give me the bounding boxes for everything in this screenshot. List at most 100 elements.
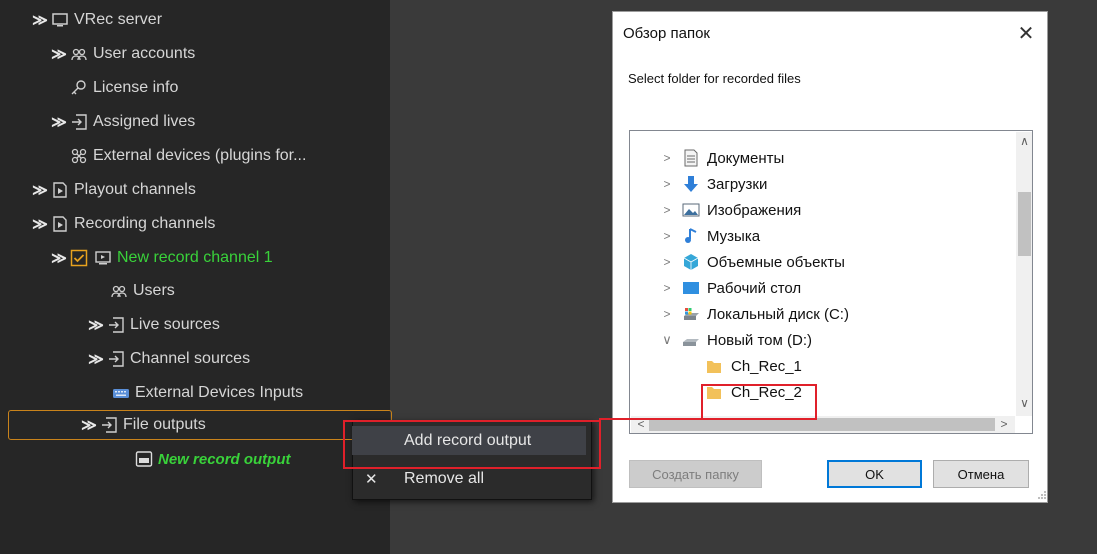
- tree-label: Assigned lives: [93, 113, 196, 130]
- folder-label: Объемные объекты: [707, 253, 845, 271]
- folder-label: Рабочий стол: [707, 279, 802, 297]
- folder-label: Документы: [707, 149, 785, 167]
- new-folder-button[interactable]: Создать папку: [629, 460, 762, 488]
- collapse-icon[interactable]: ≫: [49, 249, 69, 267]
- scroll-up-icon[interactable]: ∧: [1016, 134, 1032, 148]
- key-icon: [69, 79, 89, 97]
- folder-item-ch-rec-2[interactable]: Ch_Rec_2: [630, 379, 1016, 405]
- resize-grip-icon[interactable]: [1037, 490, 1047, 500]
- connector-line: [599, 418, 601, 423]
- tree-item-user-accounts[interactable]: ≫ User accounts: [49, 39, 195, 69]
- plugin-icon: [69, 147, 89, 165]
- highlight-box-add-output: [343, 420, 601, 469]
- collapse-icon[interactable]: ≫: [79, 416, 99, 434]
- collapse-icon[interactable]: ≫: [30, 215, 50, 233]
- folder-label: Загрузки: [707, 175, 768, 193]
- scrollbar-thumb[interactable]: [1018, 192, 1031, 256]
- folder-item-3d-objects[interactable]: > Объемные объекты: [630, 249, 1016, 275]
- close-icon[interactable]: ✕: [1011, 18, 1041, 48]
- chevron-down-icon[interactable]: ∨: [660, 332, 674, 348]
- chevron-right-icon[interactable]: >: [660, 151, 674, 165]
- tree-item-channel-sources[interactable]: ≫ Channel sources: [86, 344, 250, 374]
- folder-label: Изображения: [707, 201, 802, 219]
- folder-item-desktop[interactable]: > Рабочий стол: [630, 275, 1016, 301]
- expand-icon[interactable]: ≫: [49, 45, 69, 63]
- folder-label: Музыка: [707, 227, 761, 245]
- tree-item-assigned-lives[interactable]: ≫ Assigned lives: [49, 107, 195, 137]
- cube-icon: [683, 254, 699, 270]
- menu-item-label: Remove all: [404, 470, 485, 487]
- vertical-scrollbar[interactable]: ∧ ∨: [1016, 132, 1032, 416]
- chevron-right-icon[interactable]: >: [660, 177, 674, 191]
- scroll-right-icon[interactable]: >: [997, 417, 1011, 431]
- chevron-right-icon[interactable]: >: [660, 229, 674, 243]
- tree-label: Recording channels: [74, 215, 216, 232]
- tree-item-new-record-channel[interactable]: ≫ New record channel 1: [49, 243, 273, 273]
- tree-item-vrec-server[interactable]: ≫ VRec server: [30, 5, 162, 35]
- folder-item-new-volume-d[interactable]: ∨ Новый том (D:): [630, 327, 1016, 353]
- dialog-title: Обзор папок: [623, 25, 710, 42]
- scroll-down-icon[interactable]: ∨: [1016, 396, 1032, 410]
- tree-item-external-devices-inputs[interactable]: External Devices Inputs: [111, 378, 303, 408]
- folder-label: Локальный диск (C:): [707, 305, 849, 323]
- tree-item-playout-channels[interactable]: ≫ Playout channels: [30, 175, 196, 205]
- keyboard-icon: [111, 384, 131, 402]
- ok-button[interactable]: OK: [827, 460, 922, 488]
- tree-item-recording-channels[interactable]: ≫ Recording channels: [30, 209, 215, 239]
- folder-item-documents[interactable]: > Документы: [630, 145, 1016, 171]
- input-icon: [106, 316, 126, 334]
- tree-item-new-record-output[interactable]: New record output: [134, 444, 291, 474]
- folder-item-local-disk-c[interactable]: > Локальный диск (C:): [630, 301, 1016, 327]
- tree-label: Playout channels: [74, 181, 196, 198]
- tree-label: New record channel 1: [117, 249, 273, 266]
- document-icon: [50, 181, 70, 199]
- connector-line: [599, 418, 703, 420]
- tree-item-users[interactable]: Users: [109, 276, 175, 306]
- folder-label: Ch_Rec_1: [731, 357, 802, 375]
- tree-item-license-info[interactable]: License info: [69, 73, 178, 103]
- chevron-right-icon[interactable]: >: [660, 203, 674, 217]
- tree-label: New record output: [158, 450, 291, 468]
- document-icon: [50, 215, 70, 233]
- folder-item-pictures[interactable]: > Изображения: [630, 197, 1016, 223]
- folder-tree[interactable]: > Документы > Загрузки > Изображения > М…: [629, 130, 1033, 434]
- tree-label: File outputs: [123, 416, 206, 433]
- folder-item-ch-rec-1[interactable]: Ch_Rec_1: [630, 353, 1016, 379]
- highlight-box-ch-rec-2: [701, 384, 817, 420]
- tree-item-file-outputs[interactable]: ≫ File outputs: [79, 410, 206, 440]
- checkbox-checked-icon[interactable]: [69, 249, 89, 267]
- input-icon: [99, 416, 119, 434]
- input-icon: [106, 350, 126, 368]
- expand-icon[interactable]: ≫: [30, 181, 50, 199]
- cancel-button[interactable]: Отмена: [933, 460, 1029, 488]
- document-icon: [684, 149, 698, 167]
- tree-item-live-sources[interactable]: ≫ Live sources: [86, 310, 220, 340]
- folder-item-downloads[interactable]: > Загрузки: [630, 171, 1016, 197]
- folder-item-music[interactable]: > Музыка: [630, 223, 1016, 249]
- dialog-description: Select folder for recorded files: [628, 71, 801, 86]
- input-icon: [69, 113, 89, 131]
- remove-icon: ✕: [365, 471, 378, 488]
- tree-item-external-devices[interactable]: External devices (plugins for...: [69, 141, 306, 171]
- chevron-right-icon[interactable]: >: [660, 307, 674, 321]
- tree-label: Users: [133, 282, 175, 299]
- tree-label: External devices (plugins for...: [93, 147, 307, 164]
- tree-label: License info: [93, 79, 179, 96]
- download-icon: [684, 176, 698, 192]
- chevron-right-icon[interactable]: >: [660, 255, 674, 269]
- expand-icon[interactable]: ≫: [86, 316, 106, 334]
- collapse-icon[interactable]: ≫: [30, 11, 50, 29]
- tree-label: External Devices Inputs: [135, 384, 304, 401]
- users-group-icon: [109, 282, 129, 300]
- browse-folder-dialog: Обзор папок ✕ Select folder for recorded…: [612, 11, 1048, 503]
- tree-label: User accounts: [93, 45, 196, 62]
- monitor-icon: [50, 11, 70, 29]
- output-icon: [134, 450, 154, 468]
- expand-icon[interactable]: ≫: [86, 350, 106, 368]
- channel-monitor-icon: [93, 249, 113, 267]
- picture-icon: [682, 203, 700, 217]
- expand-icon[interactable]: ≫: [49, 113, 69, 131]
- folder-icon: [707, 361, 721, 373]
- tree-label: Channel sources: [130, 350, 251, 367]
- chevron-right-icon[interactable]: >: [660, 281, 674, 295]
